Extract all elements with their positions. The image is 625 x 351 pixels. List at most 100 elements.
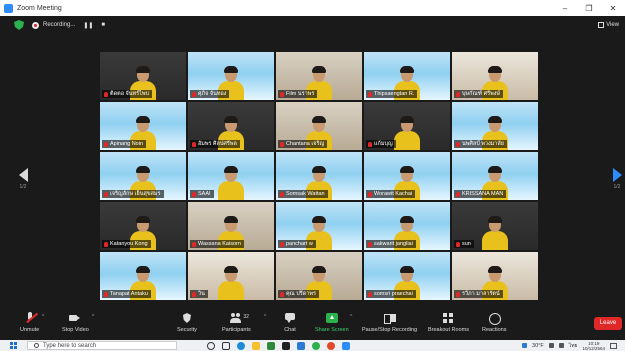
participant-tile[interactable]: คุณ ปรีดาพร	[276, 252, 362, 300]
participant-name-label: Katanyou Kong	[102, 240, 151, 248]
participants-options-chevron-icon[interactable]: ^	[264, 314, 266, 320]
cortana-icon[interactable]	[207, 341, 215, 350]
store-icon[interactable]	[267, 341, 275, 350]
participant-name: panchart w	[286, 241, 313, 247]
recording-label: Recording...	[43, 22, 76, 28]
participant-tile[interactable]: บุษกัณฑ์ ศรีพงษ์	[452, 52, 538, 100]
next-page-button[interactable]: 1/2	[608, 168, 625, 194]
share-options-chevron-icon[interactable]: ^	[350, 314, 352, 320]
file-explorer-icon[interactable]	[252, 341, 260, 350]
previous-page-button[interactable]: 1/2	[14, 168, 32, 194]
participant-name: นพศิลป์ พวงมาลัย	[462, 141, 504, 147]
search-icon	[34, 343, 39, 348]
muted-mic-icon	[368, 91, 372, 97]
participant-name: ติดตอ จันทร์ไพบ	[110, 91, 149, 97]
audio-options-chevron-icon[interactable]: ^	[42, 314, 44, 320]
view-button[interactable]: View	[598, 22, 619, 28]
share-screen-button[interactable]: Share Screen	[315, 312, 349, 333]
windows-start-icon[interactable]	[10, 342, 17, 349]
minimize-button[interactable]: –	[553, 4, 577, 13]
window-controls: – ❐ ✕	[553, 4, 625, 13]
participant-name: Tanapat Antaku	[110, 291, 148, 297]
edge-browser-icon[interactable]	[237, 341, 245, 350]
participant-tile[interactable]: ติดตอ จันทร์ไพบ	[100, 52, 186, 100]
participant-name-label: Tanapat Antaku	[102, 290, 151, 298]
stop-recording-button[interactable]: ■	[101, 22, 105, 28]
maximize-button[interactable]: ❐	[577, 4, 601, 13]
participant-tile[interactable]: Film นราพร	[276, 52, 362, 100]
participant-tile[interactable]: Katanyou Kong	[100, 202, 186, 250]
participant-tile[interactable]: Tanapat Antaku	[100, 252, 186, 300]
participant-tile[interactable]: Chantana เจริญ	[276, 102, 362, 150]
zoom-taskbar-icon[interactable]	[342, 341, 350, 350]
muted-mic-icon	[280, 141, 284, 147]
page-indicator-left: 1/2	[19, 184, 27, 190]
participant-video-person	[480, 214, 510, 250]
taskbar-search-box[interactable]: Type here to search	[27, 341, 177, 350]
participant-name: sakwarit jangliai	[374, 241, 413, 247]
video-options-chevron-icon[interactable]: ^	[92, 314, 94, 320]
muted-mic-icon	[280, 241, 284, 247]
muted-mic-icon	[104, 141, 108, 147]
participant-tile[interactable]: Thipsaengtan R.	[364, 52, 450, 100]
network-icon[interactable]	[548, 343, 554, 348]
line-app-icon[interactable]	[312, 341, 320, 350]
muted-mic-icon	[192, 141, 196, 147]
participant-tile[interactable]: รวีภา มาลารัตน์	[452, 252, 538, 300]
participant-tile[interactable]: Wassana Kaisorn	[188, 202, 274, 250]
input-language[interactable]: ไทย	[569, 342, 578, 350]
weather-icon[interactable]	[522, 343, 528, 348]
participant-tile[interactable]: นพศิลป์ พวงมาลัย	[452, 102, 538, 150]
video-camera-icon	[69, 312, 81, 324]
share-screen-icon	[325, 312, 338, 324]
participant-name: อัมพร ศิลปศรีพล	[198, 141, 237, 147]
participant-tile[interactable]: panchart w	[276, 202, 362, 250]
muted-mic-icon	[456, 91, 460, 97]
volume-icon[interactable]	[558, 343, 564, 348]
participant-tile[interactable]: เจริญลักษ เย็นสุขสมร	[100, 152, 186, 200]
clock-date: 10/12/2564	[582, 345, 605, 351]
participant-tile[interactable]: SAAI	[188, 152, 274, 200]
participant-name: Film นราพร	[286, 91, 315, 97]
chat-button[interactable]: Chat	[284, 312, 296, 333]
muted-mic-icon	[104, 91, 108, 97]
muted-mic-icon	[104, 291, 108, 297]
breakout-rooms-button[interactable]: Breakout Rooms	[428, 312, 469, 333]
participant-name: Apinang Noin	[110, 141, 144, 147]
participant-name: Wassana Kaisorn	[198, 241, 241, 247]
participant-name-label: panchart w	[278, 240, 316, 248]
task-view-icon[interactable]	[222, 341, 230, 350]
chrome-icon[interactable]	[327, 341, 335, 350]
unmute-button[interactable]: Unmute	[20, 312, 39, 333]
participant-tile[interactable]: วิน	[188, 252, 274, 300]
mail-icon[interactable]	[297, 341, 305, 350]
amazon-icon[interactable]	[282, 341, 290, 350]
participants-button[interactable]: 32 Participants	[222, 312, 251, 333]
system-clock[interactable]: 10:19 10/12/2564	[582, 341, 605, 351]
participant-tile[interactable]: แก้มบุญ	[364, 102, 450, 150]
participant-tile[interactable]: Somsak Wattan	[276, 152, 362, 200]
participant-tile[interactable]: KRISSANA MAN	[452, 152, 538, 200]
participant-name: Chantana เจริญ	[286, 141, 325, 147]
encryption-shield-icon[interactable]	[14, 20, 24, 30]
leave-button[interactable]: Leave	[594, 317, 622, 330]
security-button[interactable]: Security	[177, 312, 197, 333]
muted-mic-icon	[368, 141, 372, 147]
participant-tile[interactable]: somsri praechai	[364, 252, 450, 300]
notifications-icon[interactable]	[610, 342, 617, 349]
participant-tile[interactable]: อัมพร ศิลปศรีพล	[188, 102, 274, 150]
breakout-rooms-icon	[442, 312, 454, 324]
participant-tile[interactable]: sakwarit jangliai	[364, 202, 450, 250]
close-button[interactable]: ✕	[601, 4, 625, 13]
participant-tile[interactable]: Apinang Noin	[100, 102, 186, 150]
reactions-label: Reactions	[482, 327, 507, 333]
pause-recording-button[interactable]: ❚❚	[83, 22, 93, 29]
participants-label: Participants	[222, 327, 251, 333]
participant-tile[interactable]: ศุภิจ จันทอง	[188, 52, 274, 100]
participant-tile[interactable]: sun	[452, 202, 538, 250]
pause-stop-recording-button[interactable]: Pause/Stop Recording	[362, 312, 417, 333]
reactions-button[interactable]: Reactions	[482, 312, 506, 333]
participant-tile[interactable]: Worawit Kachai	[364, 152, 450, 200]
participant-name-label: ศุภิจ จันทอง	[190, 90, 230, 98]
stop-video-button[interactable]: Stop Video	[62, 312, 89, 333]
